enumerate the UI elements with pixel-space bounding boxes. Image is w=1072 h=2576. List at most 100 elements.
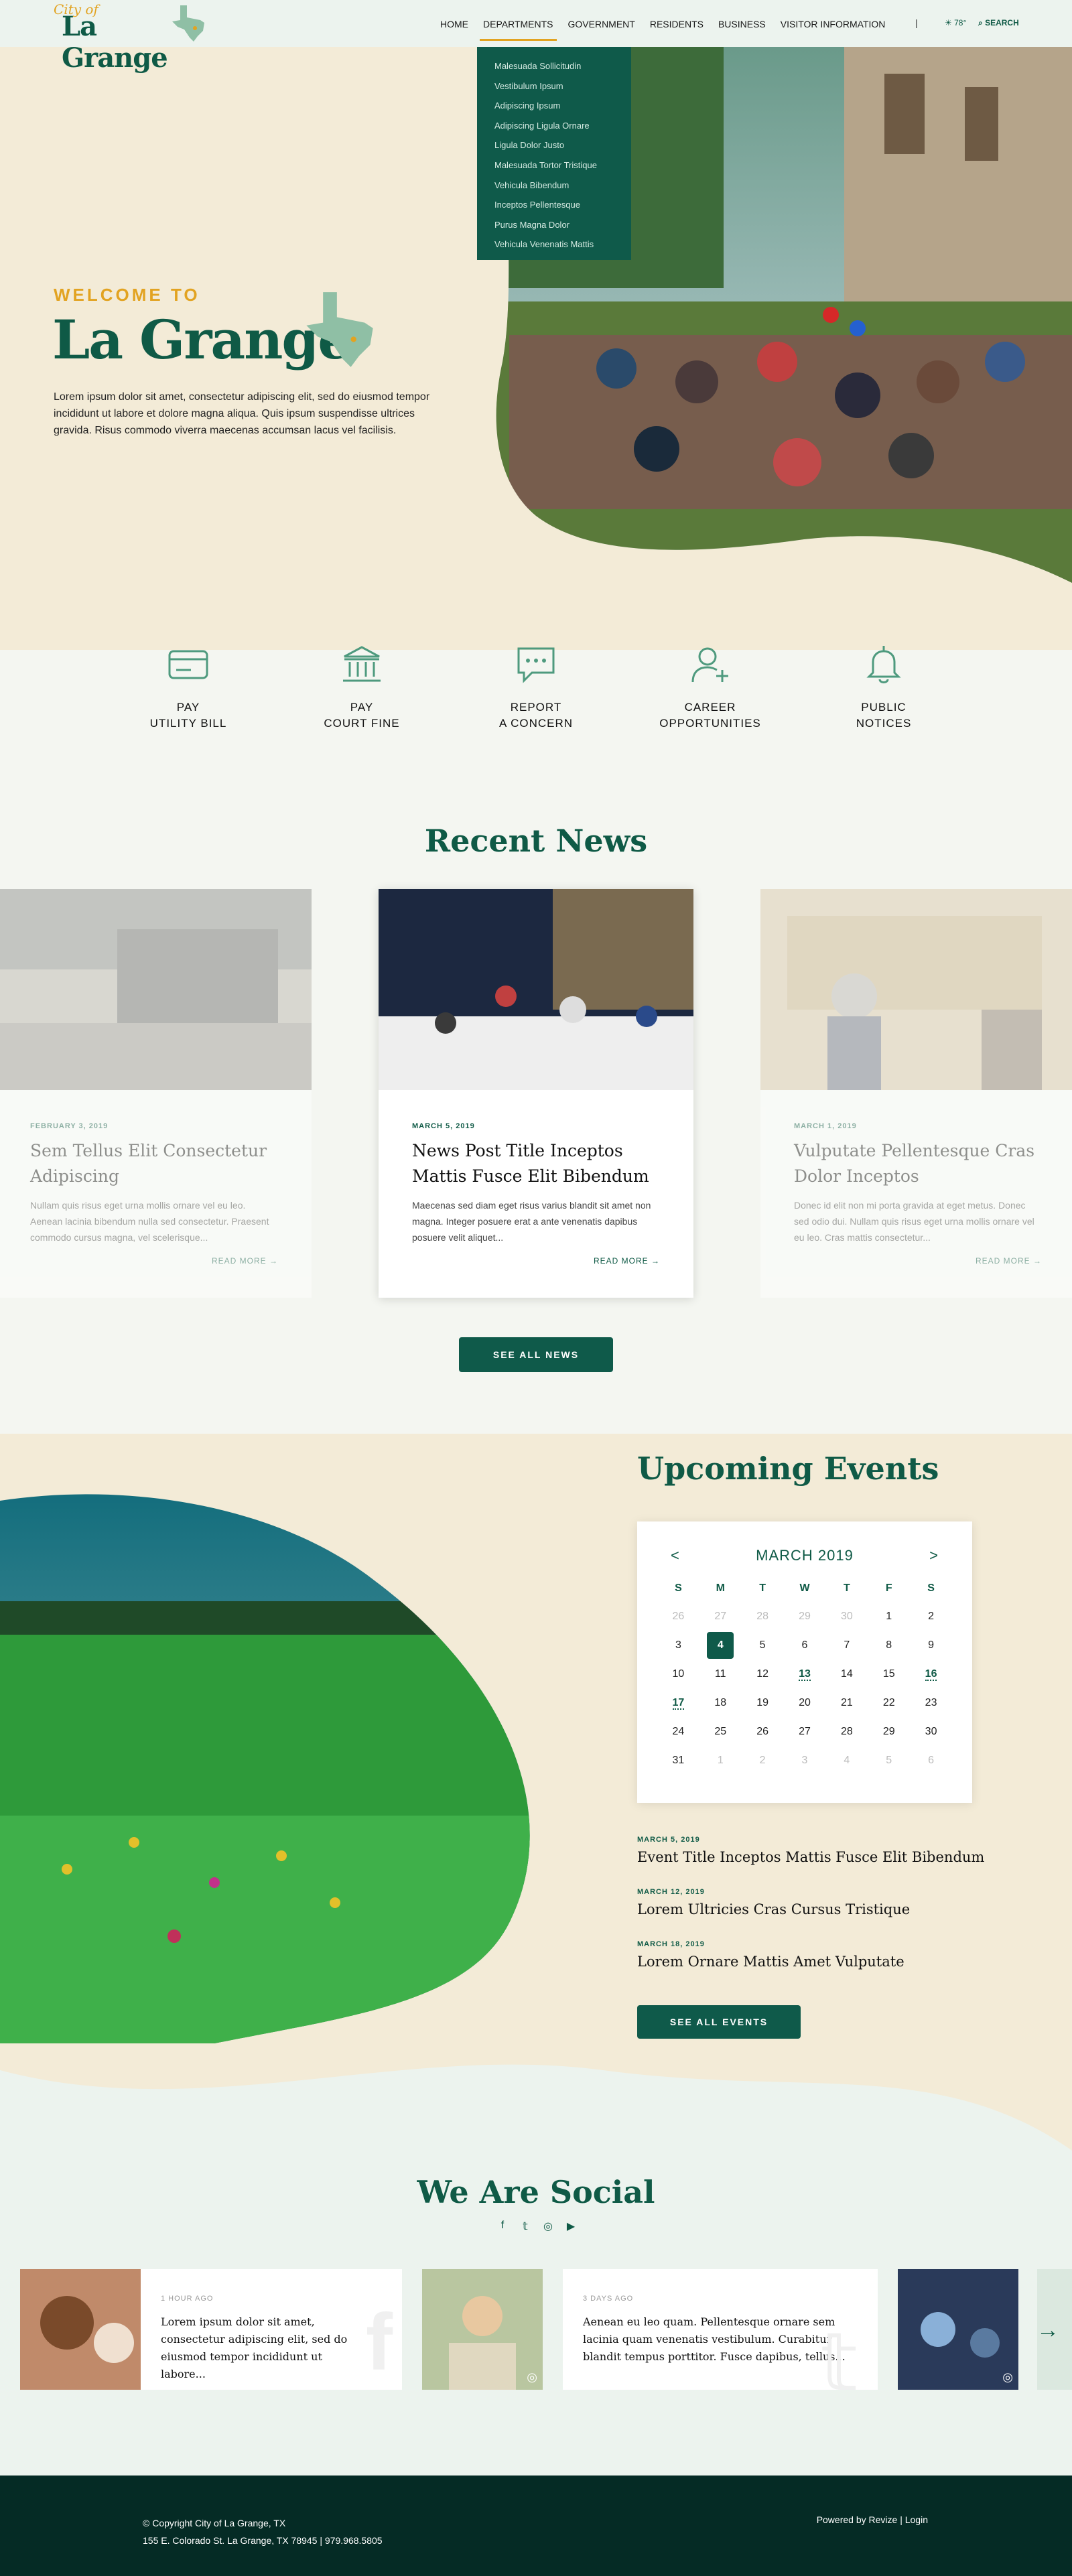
calendar-day[interactable]: 29 <box>784 1602 826 1631</box>
news-card[interactable]: MARCH 5, 2019 News Post Title Inceptos M… <box>379 889 693 1298</box>
calendar-day[interactable]: 30 <box>910 1717 952 1746</box>
calendar-day[interactable]: 31 <box>657 1746 699 1775</box>
search-button[interactable]: ⌕ SEARCH <box>978 18 1019 28</box>
event-title[interactable]: Lorem Ornare Mattis Amet Vulputate <box>637 1954 1012 1970</box>
calendar-day[interactable]: 3 <box>657 1631 699 1659</box>
calendar-day[interactable]: 1 <box>699 1746 742 1775</box>
dropdown-item[interactable]: Adipiscing Ligula Ornare <box>494 116 631 136</box>
calendar-day[interactable]: 27 <box>784 1717 826 1746</box>
dropdown-item[interactable]: Malesuada Sollicitudin <box>494 56 631 76</box>
calendar-day[interactable]: 20 <box>784 1688 826 1717</box>
calendar-day[interactable]: 26 <box>742 1717 784 1746</box>
read-more-link[interactable]: READ MORE → <box>212 1256 278 1266</box>
footer-phone[interactable]: 979.968.5805 <box>325 2535 383 2546</box>
social-post-card[interactable]: ◎ <box>898 2269 1018 2390</box>
calendar-day[interactable]: 11 <box>699 1659 742 1688</box>
nav-home[interactable]: HOME <box>433 17 476 31</box>
calendar-day[interactable]: 10 <box>657 1659 699 1688</box>
login-link[interactable]: Login <box>905 2514 928 2525</box>
event-item[interactable]: MARCH 18, 2019 Lorem Ornare Mattis Amet … <box>637 1940 1012 1970</box>
event-item[interactable]: MARCH 5, 2019 Event Title Inceptos Matti… <box>637 1836 1012 1865</box>
calendar-day[interactable]: 5 <box>868 1746 910 1775</box>
calendar-day[interactable]: 8 <box>868 1631 910 1659</box>
calendar-day[interactable]: 26 <box>657 1602 699 1631</box>
calendar-day[interactable]: 3 <box>784 1746 826 1775</box>
calendar-day-event[interactable]: 13 <box>784 1659 826 1688</box>
calendar-day[interactable]: 27 <box>699 1602 742 1631</box>
quick-link-public-notices[interactable]: PUBLIC NOTICES <box>817 643 951 732</box>
news-card[interactable]: FEBRUARY 3, 2019 Sem Tellus Elit Consect… <box>0 889 312 1298</box>
instagram-icon[interactable]: ◎ <box>541 2220 555 2233</box>
dropdown-item[interactable]: Vestibulum Ipsum <box>494 76 631 96</box>
nav-visitor-information[interactable]: VISITOR INFORMATION <box>773 17 893 31</box>
dropdown-item[interactable]: Ligula Dolor Justo <box>494 135 631 155</box>
dropdown-item[interactable]: Inceptos Pellentesque <box>494 195 631 215</box>
dropdown-item[interactable]: Vehicula Venenatis Mattis <box>494 234 631 255</box>
carousel-next-arrow-icon[interactable]: → <box>1032 2303 1064 2357</box>
calendar-day[interactable]: 12 <box>742 1659 784 1688</box>
calendar-day[interactable]: 21 <box>825 1688 868 1717</box>
read-more-link[interactable]: READ MORE → <box>594 1256 660 1266</box>
youtube-icon[interactable]: ▶ <box>564 2220 578 2233</box>
facebook-icon[interactable]: f <box>496 2220 509 2233</box>
dropdown-item[interactable]: Adipiscing Ipsum <box>494 96 631 116</box>
weather-widget[interactable]: ☀ 78° <box>945 18 966 27</box>
quick-link-report-concern[interactable]: REPORT A CONCERN <box>469 643 603 732</box>
calendar-day[interactable]: 23 <box>910 1688 952 1717</box>
calendar-day[interactable]: 6 <box>910 1746 952 1775</box>
news-title[interactable]: News Post Title Inceptos Mattis Fusce El… <box>412 1138 667 1189</box>
calendar-day[interactable]: 15 <box>868 1659 910 1688</box>
quick-link-pay-court-fine[interactable]: PAY COURT FINE <box>295 643 429 732</box>
quick-link-label: NOTICES <box>856 717 912 730</box>
powered-by-link[interactable]: Powered by Revize <box>817 2514 898 2525</box>
event-title[interactable]: Event Title Inceptos Mattis Fusce Elit B… <box>637 1849 1012 1865</box>
calendar-day-today[interactable]: 4 <box>699 1631 742 1659</box>
see-all-news-button[interactable]: SEE ALL NEWS <box>459 1337 613 1372</box>
calendar-day[interactable]: 28 <box>825 1717 868 1746</box>
event-item[interactable]: MARCH 12, 2019 Lorem Ultricies Cras Curs… <box>637 1888 1012 1917</box>
calendar-day[interactable]: 22 <box>868 1688 910 1717</box>
news-card[interactable]: MARCH 1, 2019 Vulputate Pellentesque Cra… <box>760 889 1072 1298</box>
quick-link-pay-utility-bill[interactable]: PAY UTILITY BILL <box>121 643 255 732</box>
site-logo[interactable]: City of La Grange <box>54 1 208 74</box>
news-excerpt: Maecenas sed diam eget risus varius blan… <box>412 1200 651 1243</box>
dropdown-item[interactable]: Malesuada Tortor Tristique <box>494 155 631 176</box>
event-title[interactable]: Lorem Ultricies Cras Cursus Tristique <box>637 1901 1012 1917</box>
calendar-day[interactable]: 2 <box>742 1746 784 1775</box>
read-more-link[interactable]: READ MORE → <box>976 1256 1042 1266</box>
calendar-day[interactable]: 24 <box>657 1717 699 1746</box>
calendar-day[interactable]: 1 <box>868 1602 910 1631</box>
calendar-next-button[interactable]: > <box>929 1547 939 1564</box>
news-title[interactable]: Sem Tellus Elit Consectetur Adipiscing <box>30 1138 285 1189</box>
calendar-day[interactable]: 19 <box>742 1688 784 1717</box>
calendar-day[interactable]: 2 <box>910 1602 952 1631</box>
nav-departments[interactable]: DEPARTMENTS <box>476 17 561 41</box>
calendar-day[interactable]: 7 <box>825 1631 868 1659</box>
calendar-day[interactable]: 6 <box>784 1631 826 1659</box>
social-post-card[interactable]: 1 HOUR AGO Lorem ipsum dolor sit amet, c… <box>20 2269 402 2390</box>
calendar-day[interactable]: 18 <box>699 1688 742 1717</box>
dropdown-item[interactable]: Purus Magna Dolor <box>494 215 631 235</box>
calendar-day[interactable]: 25 <box>699 1717 742 1746</box>
see-all-events-button[interactable]: SEE ALL EVENTS <box>637 2005 801 2039</box>
quick-link-career-opportunities[interactable]: CAREER OPPORTUNITIES <box>643 643 777 732</box>
calendar-day[interactable]: 14 <box>825 1659 868 1688</box>
calendar-day-event[interactable]: 16 <box>910 1659 952 1688</box>
calendar-day[interactable]: 28 <box>742 1602 784 1631</box>
nav-business[interactable]: BUSINESS <box>711 17 773 31</box>
news-title[interactable]: Vulputate Pellentesque Cras Dolor Incept… <box>794 1138 1049 1189</box>
social-post-card[interactable]: ◎ <box>422 2269 543 2390</box>
calendar-day[interactable]: 30 <box>825 1602 868 1631</box>
twitter-icon[interactable]: 𝕥 <box>519 2220 532 2233</box>
calendar-prev-button[interactable]: < <box>671 1547 680 1564</box>
dropdown-item[interactable]: Vehicula Bibendum <box>494 176 631 196</box>
calendar-day[interactable]: 5 <box>742 1631 784 1659</box>
events-section-title: Upcoming Events <box>637 1450 939 1487</box>
nav-government[interactable]: GOVERNMENT <box>561 17 643 31</box>
social-post-card[interactable]: 3 DAYS AGO Aenean eu leo quam. Pellentes… <box>563 2269 878 2390</box>
calendar-day-event[interactable]: 17 <box>657 1688 699 1717</box>
calendar-day[interactable]: 4 <box>825 1746 868 1775</box>
calendar-day[interactable]: 29 <box>868 1717 910 1746</box>
nav-residents[interactable]: RESIDENTS <box>643 17 711 31</box>
calendar-day[interactable]: 9 <box>910 1631 952 1659</box>
